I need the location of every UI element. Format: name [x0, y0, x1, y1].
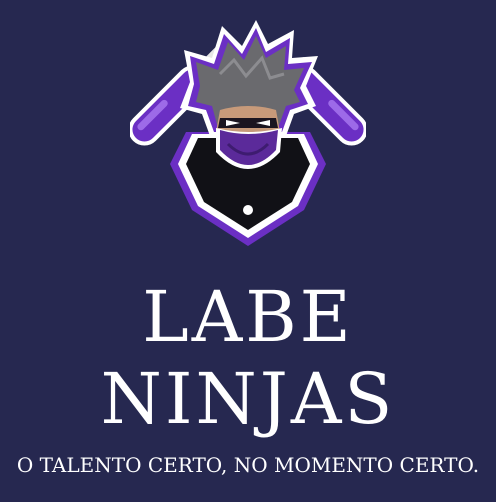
brand-title-line1: LABE [142, 276, 354, 358]
splash-screen: LABE NINJAS O TALENTO CERTO, NO MOMENTO … [0, 0, 496, 502]
ninja-mascot-icon [130, 20, 366, 246]
brand-title-line2: NINJAS [100, 358, 396, 440]
brand-tagline: O TALENTO CERTO, NO MOMENTO CERTO. [16, 453, 480, 477]
